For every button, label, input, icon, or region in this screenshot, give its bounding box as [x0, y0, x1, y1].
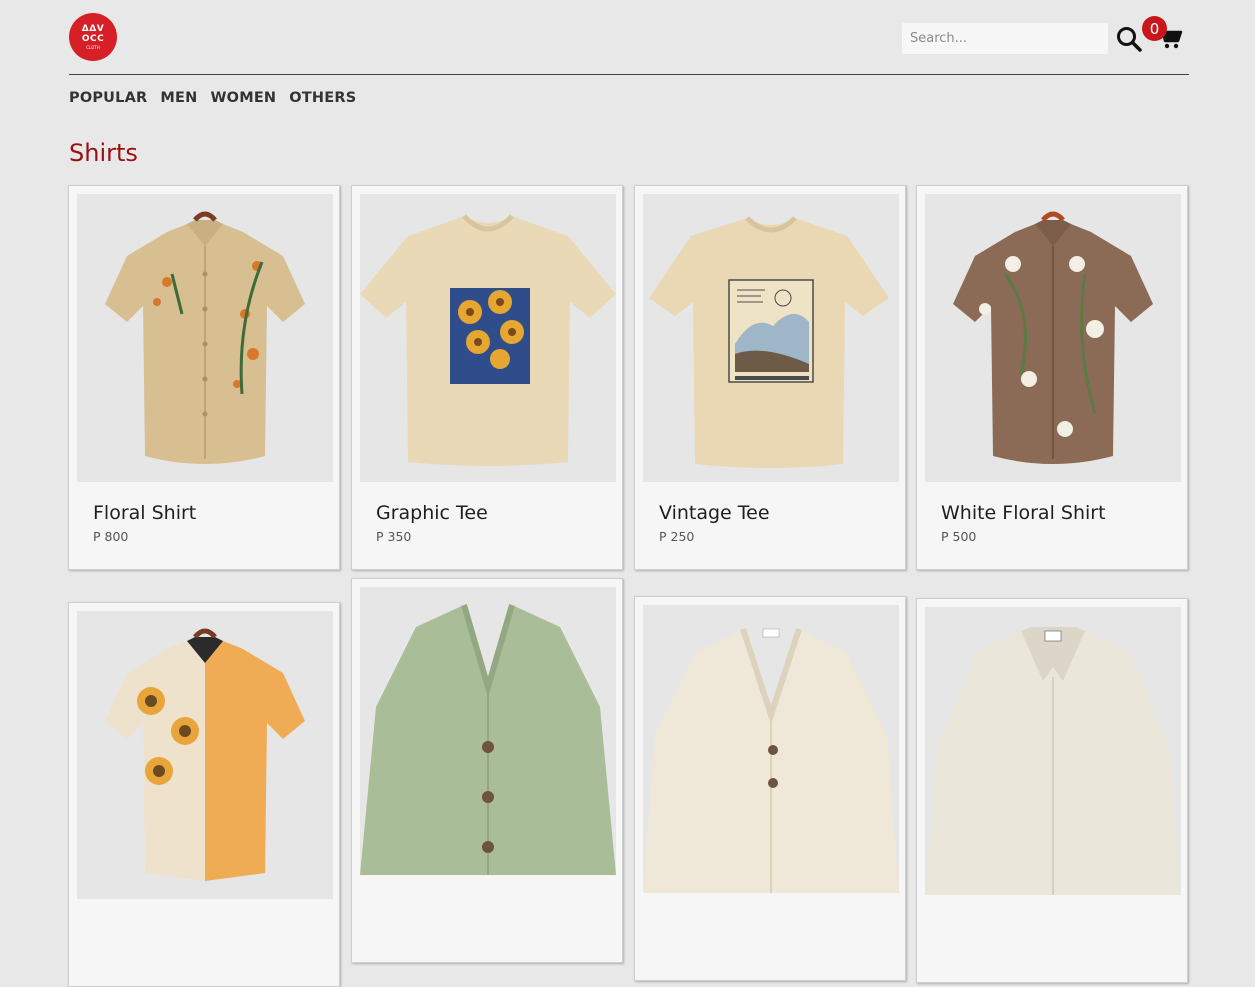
product-price: P 800 [93, 529, 129, 544]
product-price: P 350 [376, 529, 412, 544]
product-image-green-cardigan [360, 587, 616, 875]
product-name: White Floral Shirt [941, 502, 1106, 524]
brand-logo[interactable]: ΔΔV OCC CLOTH [69, 13, 117, 61]
section-title: Shirts [69, 139, 138, 167]
product-card-cream-cardigan[interactable] [634, 596, 906, 981]
logo-text-line-3: CLOTH [86, 44, 100, 50]
product-image-white-floral-shirt [925, 194, 1181, 482]
product-name: Graphic Tee [376, 502, 488, 524]
product-image-floral-shirt [77, 194, 333, 482]
product-card-white-floral-shirt[interactable]: White Floral Shirt P 500 [916, 185, 1188, 570]
product-image-graphic-tee [360, 194, 616, 482]
product-image-cream-cardigan [643, 605, 899, 893]
logo-text-line-2: OCC [81, 33, 105, 44]
product-image-sunflower-shirt [77, 611, 333, 899]
product-card-white-blouse[interactable] [916, 598, 1188, 983]
product-name: Floral Shirt [93, 502, 197, 524]
product-image-vintage-tee [643, 194, 899, 482]
nav-women[interactable]: WOMEN [210, 90, 276, 106]
product-price: P 250 [659, 529, 695, 544]
product-card-green-cardigan[interactable] [351, 578, 623, 963]
category-nav: POPULAR MEN WOMEN OTHERS [69, 90, 356, 106]
cart-count-badge: 0 [1142, 16, 1167, 41]
search-icon[interactable] [1116, 26, 1142, 52]
product-image-white-blouse [925, 607, 1181, 895]
site-header: ΔΔV OCC CLOTH 0 [69, 0, 1189, 75]
search-input[interactable] [902, 23, 1108, 54]
product-card-floral-shirt[interactable]: Floral Shirt P 800 [68, 185, 340, 570]
product-card-vintage-tee[interactable]: Vintage Tee P 250 [634, 185, 906, 570]
product-card-sunflower-shirt[interactable] [68, 602, 340, 987]
product-name: Vintage Tee [659, 502, 770, 524]
product-card-graphic-tee[interactable]: Graphic Tee P 350 [351, 185, 623, 570]
nav-men[interactable]: MEN [160, 90, 197, 106]
product-price: P 500 [941, 529, 977, 544]
nav-popular[interactable]: POPULAR [69, 90, 147, 106]
logo-text-line-1: ΔΔV [81, 23, 105, 34]
nav-others[interactable]: OTHERS [289, 90, 356, 106]
